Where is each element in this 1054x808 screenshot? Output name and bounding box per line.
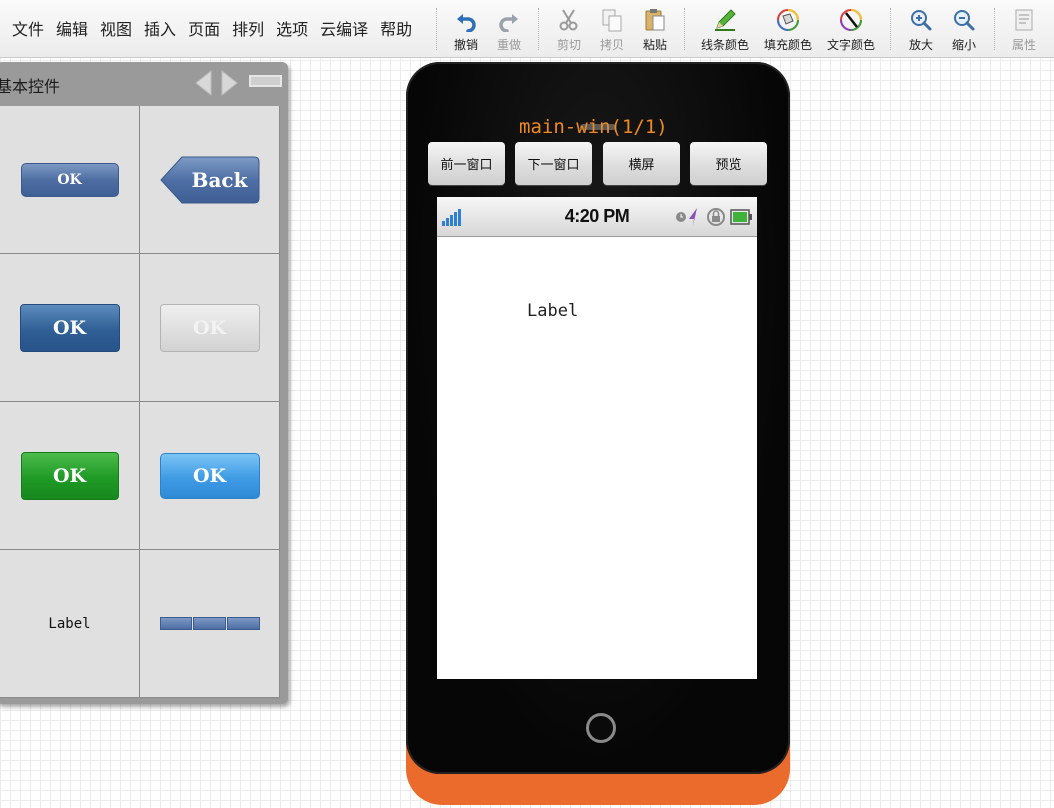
prev-window-button[interactable]: 前一窗口	[428, 142, 505, 185]
clock-icon	[676, 212, 686, 222]
widget-ok-button-green[interactable]: OK	[20, 451, 119, 500]
text-color-icon	[840, 9, 862, 31]
widget-panel-title: 基本控件	[0, 77, 61, 96]
toolbar-divider	[538, 8, 539, 50]
widget-cell[interactable]: OK	[0, 106, 140, 254]
properties-icon	[1015, 9, 1033, 31]
toolbar-divider	[436, 8, 437, 50]
cut-label: 剪切	[556, 38, 581, 52]
next-window-button[interactable]: 下一窗口	[515, 142, 592, 185]
widget-panel: 基本控件 OK Back OK OK OK OK Label	[0, 62, 288, 704]
menu-options[interactable]: 选项	[270, 19, 314, 41]
redo-icon	[499, 14, 518, 32]
menu-arrange[interactable]: 排列	[226, 19, 270, 41]
landscape-button[interactable]: 横屏	[603, 142, 680, 185]
widget-label[interactable]: Label	[48, 616, 90, 632]
widget-cell[interactable]: Back	[140, 106, 280, 254]
text-color-button[interactable]: 文字颜色	[827, 8, 875, 56]
redo-label: 重做	[496, 38, 521, 52]
zoom-in-label: 放大	[908, 38, 933, 52]
prev-page-icon[interactable]	[193, 69, 213, 97]
widget-grid: OK Back OK OK OK OK Label	[0, 106, 280, 698]
battery-icon	[730, 209, 752, 225]
undo-label: 撤销	[453, 38, 478, 52]
fill-color-label: 填充颜色	[764, 38, 813, 52]
properties-label: 属性	[1011, 38, 1036, 52]
back-button-label: Back	[191, 167, 248, 192]
line-color-button[interactable]: 线条颜色	[701, 8, 749, 56]
pencil-icon	[715, 9, 736, 31]
phone-screen[interactable]: 4:20 PM Label	[437, 197, 757, 679]
orientation-lock-icon	[707, 208, 725, 226]
widget-cell[interactable]: Label	[0, 550, 140, 698]
paste-icon	[645, 9, 665, 31]
text-color-label: 文字颜色	[827, 38, 876, 52]
widget-cell[interactable]: OK	[0, 402, 140, 550]
widget-panel-header[interactable]: 基本控件	[0, 62, 288, 104]
toolbar-divider	[684, 8, 685, 50]
line-color-label: 线条颜色	[701, 38, 750, 52]
widget-cell[interactable]: OK	[140, 254, 280, 402]
widget-cell[interactable]	[140, 550, 280, 698]
menu-insert[interactable]: 插入	[138, 19, 182, 41]
paste-button[interactable]: 粘贴	[632, 8, 678, 56]
location-icon	[689, 208, 697, 226]
segment	[193, 617, 226, 630]
next-page-icon[interactable]	[220, 69, 240, 97]
widget-cell[interactable]: OK	[140, 402, 280, 550]
menu-help[interactable]: 帮助	[374, 19, 418, 41]
menu-view[interactable]: 视图	[94, 19, 138, 41]
menu-bar: 文件 编辑 视图 插入 页面 排列 选项 云编译 帮助	[6, 19, 418, 41]
menu-file[interactable]: 文件	[6, 19, 50, 41]
properties-button[interactable]: 属性	[1001, 8, 1047, 56]
zoom-out-icon	[954, 10, 975, 31]
top-toolbar: 文件 编辑 视图 插入 页面 排列 选项 云编译 帮助 撤销 重做 剪切 拷贝 …	[0, 0, 1054, 58]
cut-button[interactable]: 剪切	[546, 8, 592, 56]
widget-ok-button-dark[interactable]: OK	[19, 303, 120, 352]
window-title: main-win(1/1)	[519, 116, 668, 138]
menu-edit[interactable]: 编辑	[50, 19, 94, 41]
widget-ok-button-lightblue[interactable]: OK	[159, 452, 260, 499]
copy-label: 拷贝	[599, 38, 624, 52]
preview-button[interactable]: 预览	[690, 142, 767, 185]
menu-page[interactable]: 页面	[182, 19, 226, 41]
widget-ok-button-disabled[interactable]: OK	[159, 303, 260, 352]
widget-ok-button-small[interactable]: OK	[20, 162, 119, 197]
scissors-icon	[559, 9, 578, 31]
zoom-out-button[interactable]: 缩小	[941, 8, 987, 56]
redo-button[interactable]: 重做	[486, 8, 532, 56]
toolbar-divider	[994, 8, 995, 50]
zoom-out-label: 缩小	[951, 38, 976, 52]
copy-button[interactable]: 拷贝	[589, 8, 635, 56]
minimize-icon[interactable]	[249, 75, 282, 87]
paste-label: 粘贴	[642, 38, 667, 52]
home-button[interactable]	[586, 713, 616, 743]
segment	[226, 617, 260, 630]
status-bar: 4:20 PM	[437, 197, 757, 237]
widget-back-button[interactable]: Back	[159, 156, 260, 204]
undo-button[interactable]: 撤销	[443, 8, 489, 56]
screen-label[interactable]: Label	[527, 301, 578, 321]
copy-icon	[602, 9, 622, 32]
status-icons	[676, 208, 752, 226]
toolbar-divider	[890, 8, 891, 50]
fill-color-button[interactable]: 填充颜色	[764, 8, 812, 56]
segment	[159, 617, 193, 630]
menu-cloud-compile[interactable]: 云编译	[314, 19, 374, 41]
zoom-in-button[interactable]: 放大	[898, 8, 944, 56]
paint-bucket-icon	[777, 9, 799, 31]
undo-icon	[457, 14, 476, 32]
widget-segmented-control[interactable]	[159, 617, 260, 630]
zoom-in-icon	[911, 10, 932, 31]
widget-cell[interactable]: OK	[0, 254, 140, 402]
